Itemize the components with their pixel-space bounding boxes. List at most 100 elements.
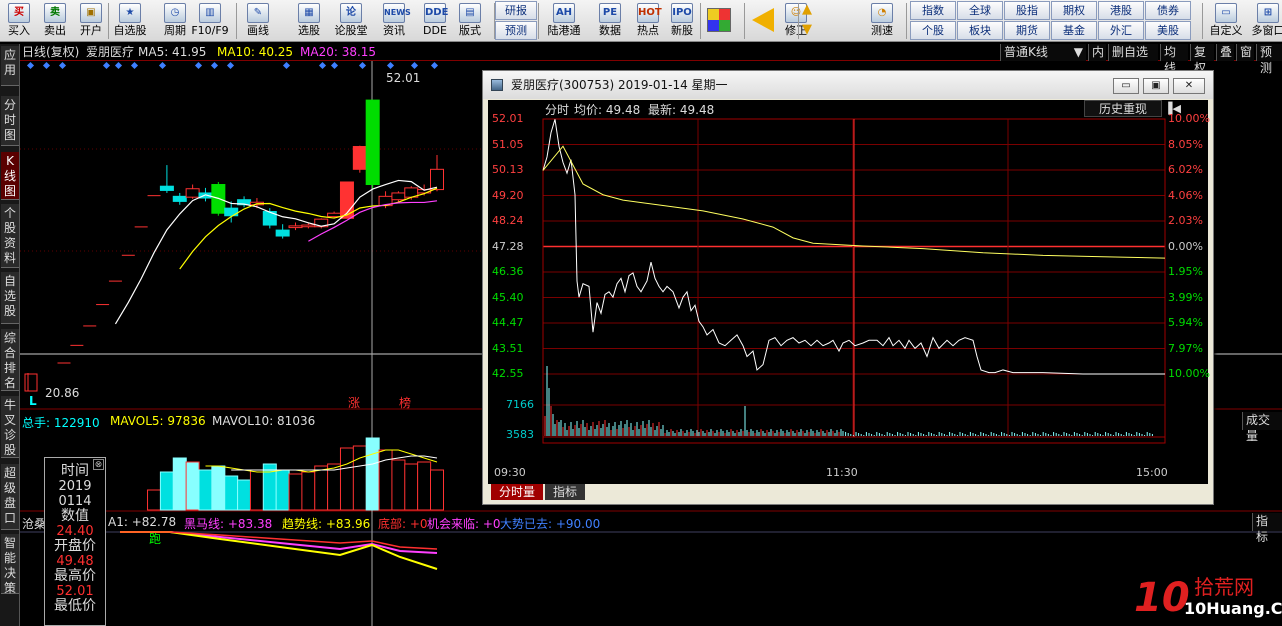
back-arrow-icon[interactable] [752,8,774,32]
header-button[interactable]: 均线 [1160,44,1188,75]
volume-button[interactable]: 成交量 [1242,412,1282,443]
high-price-label: 52.01 [386,71,421,85]
tab-indicator[interactable]: 指标 [545,484,586,500]
header-button[interactable]: 复权 [1190,44,1214,75]
window-icon: ⊞ [1257,3,1279,23]
tab-fenshi-volume[interactable]: 分时量 [491,484,544,500]
kline-type-select[interactable]: 普通K线 ▼ [1000,44,1086,61]
sidebar-item[interactable]: 综合排名 [1,329,19,391]
sidebar-item[interactable]: 牛叉诊股 [1,396,19,458]
signal-diamond-icon [282,61,291,70]
header-button[interactable]: 内 [1088,44,1106,61]
toolbar-label: 自选股 [113,24,147,37]
period-label[interactable]: 日线(复权) [22,44,79,60]
toolbar-label: 测速 [871,24,893,37]
down-arrow-icon[interactable]: ▼ [802,22,818,39]
toolbar-button-11[interactable]: ▤ 版式 [450,0,490,42]
market-button[interactable]: 股指 [1004,1,1050,20]
volume-bar [288,473,303,511]
market-button[interactable]: 外汇 [1098,21,1144,40]
toolbar-button-12[interactable]: AH 陆港通 [544,0,584,42]
market-button[interactable]: 美股 [1145,21,1191,40]
toolbar-button-10[interactable]: DDE DDE [415,0,455,42]
toolbar-button-8[interactable]: 论论股堂 [331,0,371,42]
market-button[interactable]: 指数 [910,1,956,20]
history-replay-button[interactable]: 历史重现 [1084,100,1162,117]
toolbar-button-1[interactable]: 卖卖出 [38,0,72,42]
market-button[interactable]: 全球 [957,1,1003,20]
candle-body [172,195,187,202]
time-tick: 11:30 [826,466,858,479]
signal-diamond-icon [130,61,139,70]
tag-bang: 榜 [399,396,412,410]
sidebar-item[interactable]: 自选股 [1,272,19,324]
header-button[interactable]: 删自选 [1108,44,1158,61]
signal-diamond-icon [114,61,123,70]
signal-diamond-icon [330,61,339,70]
toolbar-button-17[interactable]: ◔ 测速 [862,0,902,42]
market-button[interactable]: 期货 [1004,21,1050,40]
close-button[interactable]: ✕ [1173,78,1205,94]
sidebar-item[interactable]: K线图 [1,152,19,200]
toolbar-glyph-icon: PE [599,3,621,23]
sidebar-item[interactable]: 智能决策 [1,534,19,595]
pct-tick: 4.06% [1168,188,1203,202]
up-arrow-icon[interactable]: ▲ [802,2,818,19]
sidebar-item[interactable]: 超级盘口 [1,464,19,530]
forecast-button[interactable]: 预测 [495,21,537,40]
toolbar-button-13[interactable]: PE 数据 [590,0,630,42]
price-tick: 52.01 [492,112,524,125]
report-button[interactable]: 研报 [495,1,537,20]
toolbar-button-19[interactable]: ⊞ 多窗口 [1248,0,1282,42]
market-button[interactable]: 期权 [1051,1,1097,20]
close-icon[interactable]: ⊗ [93,459,104,470]
toolbar-glyph-icon: AH [553,3,575,23]
intraday-chart[interactable]: 分时 均价: 49.48 最新: 49.48 历史重现 ▐◀ 52.01 10.0… [488,100,1210,484]
header-button[interactable]: 窗 [1236,44,1254,61]
sidebar-item[interactable]: 分时图 [1,96,19,146]
toolbar-button-3[interactable]: ★ 自选股 [110,0,150,42]
indicator-name[interactable]: 沧桑 [22,515,46,532]
intraday-popup-window[interactable]: 爱朋医疗(300753) 2019-01-14 星期一 ▭ ▣ ✕ 分时 均价:… [482,70,1214,505]
info-open-label: 开盘价 [54,538,96,554]
signal-diamond-icon [102,61,111,70]
toolbar-label: 版式 [459,24,481,37]
minimize-button[interactable]: ▭ [1113,78,1139,94]
watermark-text1: 拾荒网 [1194,575,1254,599]
sidebar-item[interactable]: 个股资料 [1,204,19,268]
toolbar-button-5[interactable]: ▥ F10/F9 [190,0,230,42]
candle-body [159,185,174,191]
mavol10-label: MAVOL10: 81036 [212,414,316,428]
signal-diamond-icon [58,61,67,70]
toolbar-separator [1202,3,1203,39]
sidebar: 应用分时图 K线图个股资料自选股综合排名牛叉诊股超级盘口智能决策 [0,44,20,626]
market-button[interactable]: 板块 [957,21,1003,40]
info-open: 49.48 [56,554,94,569]
popup-titlebar[interactable]: 爱朋医疗(300753) 2019-01-14 星期一 ▭ ▣ ✕ [483,71,1213,99]
color-grid-icon[interactable] [707,8,731,32]
pct-tick: 7.97% [1168,341,1203,355]
pct-tick: 1.95% [1168,265,1203,278]
toolbar-label: 多窗口 [1251,24,1282,37]
indicator-dibu: 底部: +0 [378,517,428,531]
indicator-button[interactable]: 指标 [1252,513,1282,544]
toolbar-button-0[interactable]: 买买入 [2,0,36,42]
toolbar-button-9[interactable]: NEWS 资讯 [374,0,414,42]
market-button[interactable]: 基金 [1051,21,1097,40]
header-button[interactable]: 预测 [1256,44,1282,75]
toolbar-button-4[interactable]: ◷ 周期 [155,0,195,42]
maximize-button[interactable]: ▣ [1143,78,1169,94]
market-button[interactable]: 港股 [1098,1,1144,20]
sidebar-item[interactable]: 应用 [1,46,19,86]
toolbar-button-15[interactable]: IPO 新股 [662,0,702,42]
market-button[interactable]: 个股 [910,21,956,40]
market-button[interactable]: 债券 [1145,1,1191,20]
toolbar-button-2[interactable]: ▣ 开户 [74,0,108,42]
header-button[interactable]: 叠 [1216,44,1234,61]
pct-tick: 3.99% [1168,290,1203,304]
toolbar-button-18[interactable]: ▭ 自定义 [1206,0,1246,42]
toolbar-glyph-icon: HOT [637,3,662,23]
signal-diamond-icon [158,61,167,70]
toolbar-button-7[interactable]: ▦ 选股 [289,0,329,42]
toolbar-button-6[interactable]: ✎ 画线 [238,0,278,42]
